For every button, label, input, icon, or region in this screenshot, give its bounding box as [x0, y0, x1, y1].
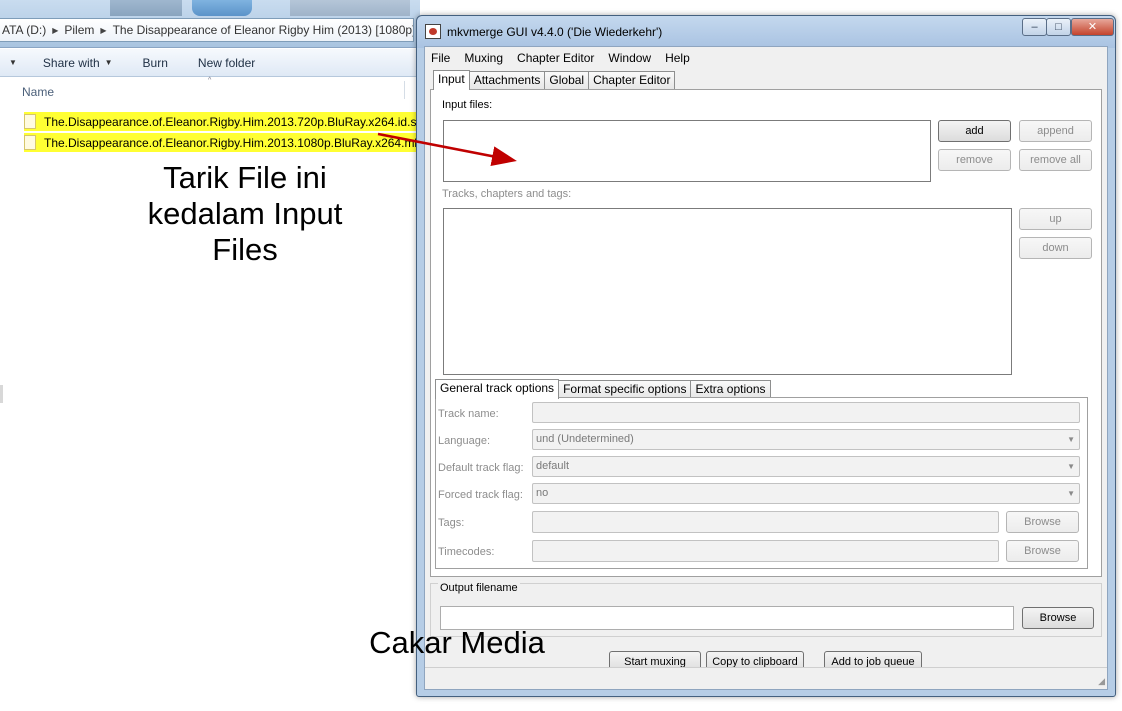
general-track-options-panel: Track name: Language: und (Undetermined)… — [435, 397, 1088, 569]
breadcrumb-folder-pilem[interactable]: Pilem — [64, 23, 94, 37]
forced-flag-select[interactable]: no ▼ — [532, 483, 1080, 504]
status-bar: ◢ — [425, 667, 1107, 689]
taskbar-thumbnail-icon — [290, 0, 410, 16]
tab-general-track-options[interactable]: General track options — [435, 379, 560, 399]
taskbar-thumbnail-icon — [110, 0, 182, 16]
window-title: mkvmerge GUI v4.4.0 ('Die Wiederkehr') — [447, 25, 663, 39]
title-bar[interactable]: mkvmerge GUI v4.4.0 ('Die Wiederkehr') –… — [417, 16, 1115, 48]
explorer-toolbar: ▼ Share with ▼ Burn New folder — [0, 49, 420, 77]
track-name-input[interactable] — [532, 402, 1080, 423]
new-folder-button[interactable]: New folder — [198, 56, 255, 70]
file-item-mkv[interactable]: The.Disappearance.of.Eleanor.Rigby.Him.2… — [24, 133, 416, 152]
remove-button[interactable]: remove — [938, 149, 1011, 171]
chevron-down-icon: ▼ — [1067, 435, 1075, 444]
tracks-label: Tracks, chapters and tags: — [442, 188, 572, 200]
chevron-down-icon: ▼ — [104, 58, 113, 67]
drag-hint-line-2: kedalam Input — [147, 196, 343, 231]
breadcrumb-separator-icon: ▶ — [52, 25, 59, 35]
input-files-label: Input files: — [442, 99, 493, 111]
share-with-label: Share with — [42, 55, 100, 70]
drag-hint-line-1: Tarik File ini — [163, 160, 327, 195]
tab-format-specific-options[interactable]: Format specific options — [558, 380, 692, 398]
main-tabs: Input Attachments Global Chapter Editor — [433, 70, 676, 90]
drag-hint-line-3: Files — [212, 232, 278, 267]
chevron-down-icon: ▼ — [1067, 462, 1075, 471]
default-flag-label: Default track flag: — [438, 462, 524, 474]
default-flag-value: default — [536, 460, 570, 472]
window-client-area: File Muxing Chapter Editor Window Help I… — [424, 46, 1108, 690]
menu-muxing[interactable]: Muxing — [464, 51, 503, 65]
file-name: The.Disappearance.of.Eleanor.Rigby.Him.2… — [44, 135, 416, 150]
tags-input[interactable] — [532, 511, 999, 533]
forced-flag-value: no — [536, 487, 549, 499]
breadcrumb-folder-current[interactable]: The Disappearance of Eleanor Rigby Him (… — [113, 23, 413, 37]
forced-flag-label: Forced track flag: — [438, 489, 523, 501]
language-select[interactable]: und (Undetermined) ▼ — [532, 429, 1080, 450]
input-files-list[interactable] — [443, 120, 931, 182]
input-tab-panel: Input files: add append remove remove al… — [430, 89, 1102, 577]
tags-browse-button[interactable]: Browse — [1006, 511, 1079, 533]
mkvmerge-window: mkvmerge GUI v4.4.0 ('Die Wiederkehr') –… — [416, 15, 1116, 697]
organize-dropdown-icon[interactable]: ▼ — [0, 58, 17, 67]
breadcrumb-separator-icon: ▶ — [100, 25, 107, 35]
track-option-tabs: General track options Format specific op… — [435, 379, 771, 399]
minimize-button[interactable]: – — [1022, 18, 1047, 36]
chevron-down-icon: ▼ — [1067, 489, 1075, 498]
breadcrumb-drive[interactable]: ATA (D:) — [2, 23, 46, 37]
file-icon — [24, 114, 36, 129]
remove-all-button[interactable]: remove all — [1019, 149, 1092, 171]
navigation-pane-splitter[interactable] — [0, 385, 3, 403]
menu-window[interactable]: Window — [608, 51, 651, 65]
add-button[interactable]: add — [938, 120, 1011, 142]
brand-annotation: Cakar Media — [369, 625, 545, 660]
resize-grip-icon[interactable]: ◢ — [1098, 676, 1105, 687]
burn-button[interactable]: Burn — [143, 56, 168, 70]
tab-global[interactable]: Global — [544, 71, 590, 89]
default-flag-select[interactable]: default ▼ — [532, 456, 1080, 477]
menu-file[interactable]: File — [431, 51, 450, 65]
down-button[interactable]: down — [1019, 237, 1092, 259]
taskbar-thumbnail-icon — [192, 0, 252, 16]
column-divider[interactable] — [404, 81, 405, 99]
tags-label: Tags: — [438, 517, 465, 529]
append-button[interactable]: append — [1019, 120, 1092, 142]
tab-extra-options[interactable]: Extra options — [690, 380, 771, 398]
timecodes-browse-button[interactable]: Browse — [1006, 540, 1079, 562]
column-header-name[interactable]: Name — [22, 85, 54, 99]
output-filename-label: Output filename — [438, 582, 520, 594]
close-button[interactable]: ✕ — [1071, 18, 1114, 36]
tab-input[interactable]: Input — [433, 70, 470, 90]
tab-attachments[interactable]: Attachments — [468, 71, 546, 89]
timecodes-label: Timecodes: — [438, 546, 495, 558]
language-label: Language: — [438, 435, 490, 447]
maximize-button[interactable]: □ — [1046, 18, 1071, 36]
timecodes-input[interactable] — [532, 540, 999, 562]
file-name: The.Disappearance.of.Eleanor.Rigby.Him.2… — [44, 114, 416, 129]
language-value: und (Undetermined) — [536, 433, 634, 445]
menu-bar: File Muxing Chapter Editor Window Help — [425, 48, 1107, 68]
file-item-srt[interactable]: The.Disappearance.of.Eleanor.Rigby.Him.2… — [24, 112, 416, 131]
share-with-button[interactable]: Share with ▼ — [43, 56, 113, 70]
drag-hint-annotation: Tarik File ini kedalam Input Files — [135, 160, 355, 268]
mkvmerge-app-icon — [425, 24, 441, 39]
tab-chapter-editor[interactable]: Chapter Editor — [588, 71, 676, 89]
menu-chapter-editor[interactable]: Chapter Editor — [517, 51, 594, 65]
output-browse-button[interactable]: Browse — [1022, 607, 1094, 629]
track-name-label: Track name: — [438, 408, 499, 420]
file-icon — [24, 135, 36, 150]
menu-help[interactable]: Help — [665, 51, 690, 65]
breadcrumb[interactable]: ATA (D:) ▶ Pilem ▶ The Disappearance of … — [0, 18, 414, 42]
tracks-list[interactable] — [443, 208, 1012, 375]
up-button[interactable]: up — [1019, 208, 1092, 230]
sort-caret-icon: ^ — [208, 77, 212, 84]
